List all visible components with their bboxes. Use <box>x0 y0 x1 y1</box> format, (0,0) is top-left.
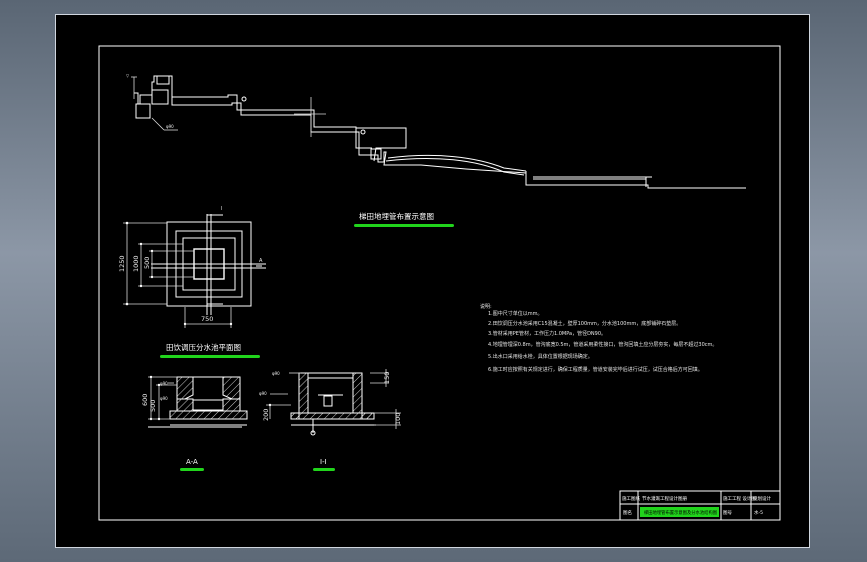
title-block: 施工图纸 节水灌溉工程设计图册 施工工程 设计图 规划设计 图名 梯田地埋管布置… <box>619 490 781 521</box>
note-item: 3.管材采用PE管材，工作压力1.0MPa，管径DN90。 <box>488 330 606 337</box>
pipe-note: φ90 <box>166 124 174 129</box>
ii-dim-100: 100 <box>394 413 402 425</box>
svg-text:A: A <box>259 258 263 264</box>
ii-dim-200: 200 <box>262 409 270 421</box>
svg-text:φ90: φ90 <box>272 371 280 376</box>
tb-row2-d: 水-5 <box>754 509 763 516</box>
tb-row1-d: 规划设计 <box>753 495 771 502</box>
tb-row2-b: 梯田地埋管布置示意图及分水池结构图 <box>644 509 717 516</box>
profile-title-underline <box>354 224 454 227</box>
inner-border <box>98 45 781 521</box>
plan-dim-1250: 1250 <box>118 255 126 272</box>
level-mark: ▽ <box>126 73 130 78</box>
plan-view: I A 1250 1000 500 750 <box>118 206 266 328</box>
profile-title: 梯田地埋管布置示意图 <box>359 211 434 221</box>
section-ii-label: I-I <box>320 458 327 466</box>
tb-row2-c: 图号 <box>723 510 732 516</box>
tb-row1-b: 节水灌溉工程设计图册 <box>642 495 687 502</box>
note-item: 6.施工时应按照有关规定进行，确保工程质量，管道安装完毕后进行试压，试压合格后方… <box>488 366 703 373</box>
section-aa: 600 500 φ90 φ90 <box>141 375 248 428</box>
note-item: 5.出水口采用给水栓，具体位置根据现场确定。 <box>488 353 593 360</box>
svg-text:φ90: φ90 <box>160 396 168 401</box>
note-item: 1.图中尺寸单位以mm。 <box>488 310 543 317</box>
aa-dim-600: 600 <box>141 394 149 406</box>
cad-drawing: φ90 ▽ 梯田地埋管布置示意图 I A 1250 1000 500 750 田… <box>98 45 781 521</box>
svg-text:φ90: φ90 <box>259 391 267 396</box>
svg-text:I: I <box>221 206 222 212</box>
tb-row2-a: 图名 <box>623 509 632 516</box>
ii-dim-150: 150 <box>383 372 391 384</box>
plan-dim-1000: 1000 <box>132 255 140 272</box>
tb-row1-a: 施工图纸 <box>622 495 640 502</box>
drawing-sheet: φ90 ▽ 梯田地埋管布置示意图 I A 1250 1000 500 750 田… <box>55 14 810 548</box>
section-ii: φ90 φ90 150 100 200 <box>259 369 402 436</box>
plan-dim-500: 500 <box>143 257 151 269</box>
plan-title-underline <box>160 355 260 358</box>
note-item: 4.地埋管埋深0.8m，管沟底宽0.5m，管道采用柔性接口，管沟回填土应分层夯实… <box>488 341 717 348</box>
section-ii-underline <box>313 468 335 471</box>
tb-row1-c: 施工工程 设计图 <box>723 495 756 502</box>
notes-block: 说明: 1.图中尺寸单位以mm。 2.田饮调压分水池采用C15混凝土，壁厚100… <box>480 303 717 373</box>
note-item: 2.田饮调压分水池采用C15混凝土，壁厚100mm，分水池100mm，底部铺碎石… <box>488 320 681 327</box>
terrace-profile: φ90 ▽ <box>126 73 746 189</box>
section-aa-underline <box>180 468 204 471</box>
notes-heading: 说明: <box>480 303 492 310</box>
plan-title: 田饮调压分水池平面图 <box>166 342 241 352</box>
plan-dim-750: 750 <box>201 315 213 323</box>
section-aa-label: A-A <box>186 458 198 466</box>
aa-dim-500: 500 <box>149 400 157 412</box>
svg-text:φ90: φ90 <box>160 381 168 386</box>
